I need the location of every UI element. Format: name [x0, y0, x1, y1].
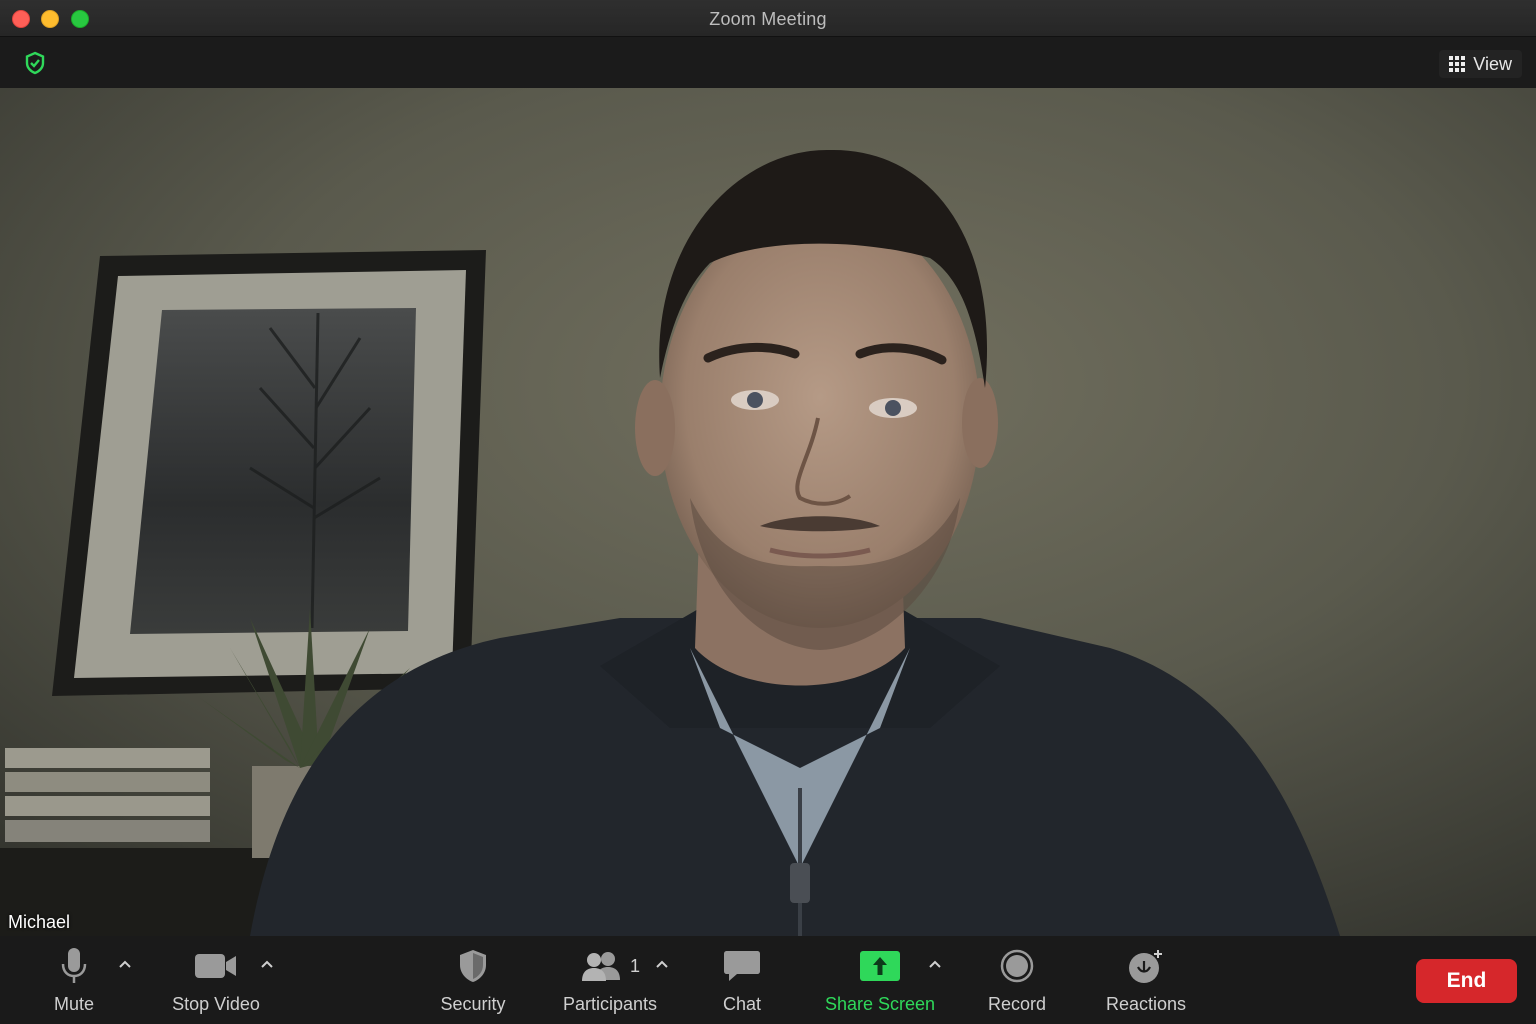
record-button[interactable]: Record: [982, 946, 1052, 1018]
reactions-label: Reactions: [1105, 994, 1187, 1014]
participants-icon: [581, 952, 620, 981]
record-icon: [1000, 949, 1034, 983]
view-button[interactable]: View: [1439, 50, 1522, 78]
participants-label: Participants: [562, 994, 658, 1014]
reactions-button[interactable]: Reactions: [1100, 946, 1192, 1018]
chevron-up-icon: [656, 960, 668, 968]
chevron-up-icon: [119, 960, 131, 968]
mute-button[interactable]: Mute: [44, 946, 104, 1018]
participant-video-image: [0, 88, 1536, 936]
mute-label: Mute: [53, 994, 95, 1014]
participants-options-caret[interactable]: [655, 956, 669, 970]
meeting-toolbar: Mute Stop Video Security 1 Participants …: [0, 936, 1536, 1024]
share-screen-button[interactable]: Share Screen: [818, 946, 942, 1018]
security-shield-icon: [460, 950, 486, 982]
meeting-topbar: View: [0, 37, 1536, 88]
participants-button[interactable]: 1 Participants: [556, 946, 664, 1018]
participants-count: 1: [629, 955, 640, 976]
view-label: View: [1473, 53, 1512, 74]
share-screen-label: Share Screen: [824, 994, 936, 1014]
reactions-icon: [1129, 950, 1162, 983]
audio-options-caret[interactable]: [118, 956, 132, 970]
stop-video-button[interactable]: Stop Video: [166, 946, 266, 1018]
video-camera-icon: [195, 954, 236, 978]
participant-name-label: Michael: [8, 912, 71, 932]
window-title: Zoom Meeting: [709, 9, 827, 29]
security-label: Security: [440, 994, 506, 1014]
shield-icon: [25, 51, 45, 75]
chevron-up-icon: [929, 960, 941, 968]
share-screen-icon: [860, 951, 900, 981]
record-label: Record: [987, 994, 1047, 1014]
security-button[interactable]: Security: [434, 946, 512, 1018]
chat-icon: [724, 951, 760, 981]
stop-video-label: Stop Video: [172, 994, 260, 1014]
grid-icon: [1449, 56, 1466, 72]
title-bar: Zoom Meeting: [0, 0, 1536, 37]
chat-label: Chat: [722, 994, 762, 1014]
chevron-up-icon: [261, 960, 273, 968]
share-screen-options-caret[interactable]: [928, 956, 942, 970]
microphone-icon: [61, 948, 87, 983]
video-options-caret[interactable]: [260, 956, 274, 970]
end-meeting-button[interactable]: End: [1416, 959, 1517, 1003]
video-feed: Michael: [0, 88, 1536, 936]
meeting-info-button[interactable]: [24, 51, 46, 75]
chat-button[interactable]: Chat: [712, 946, 772, 1018]
